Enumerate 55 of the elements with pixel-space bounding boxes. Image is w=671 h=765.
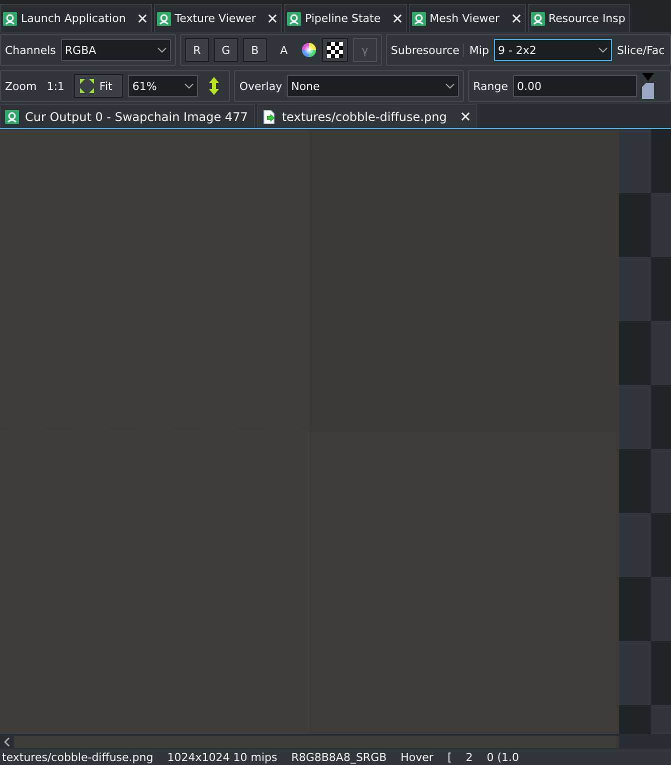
subresource-label: Subresource xyxy=(390,44,464,56)
checkerboard-toggle[interactable] xyxy=(322,38,348,62)
window-tab[interactable]: Texture Viewer xyxy=(154,4,282,32)
status-text: 1024x1024 10 mips xyxy=(167,750,278,764)
scroll-left-icon[interactable] xyxy=(4,736,10,746)
close-icon[interactable] xyxy=(138,14,147,23)
channels-label: Channels xyxy=(5,44,56,56)
app-icon xyxy=(530,12,544,26)
app-icon xyxy=(5,110,19,124)
range-label: Range xyxy=(473,80,508,92)
status-text: Hover xyxy=(400,750,434,764)
app-icon xyxy=(3,12,17,26)
slice-label: Slice/Fac xyxy=(616,44,665,56)
app-icon xyxy=(156,12,171,26)
vertical-arrow-icon[interactable] xyxy=(209,77,220,95)
chevron-down-icon[interactable] xyxy=(598,47,608,53)
scrollbar-thumb[interactable] xyxy=(14,736,619,748)
channel-toggle[interactable]: B xyxy=(242,38,267,62)
close-icon[interactable] xyxy=(512,14,520,23)
channel-toggle[interactable]: A xyxy=(272,38,296,62)
overlay-dropdown[interactable]: None xyxy=(287,75,460,97)
status-text: 0 (1.0 xyxy=(486,750,520,764)
zoom-1to1-button[interactable]: 1:1 xyxy=(42,74,70,98)
chevron-down-icon[interactable] xyxy=(445,83,456,89)
window-tab[interactable]: Launch Application xyxy=(0,4,152,32)
zoom-dropdown[interactable]: 61% xyxy=(128,75,198,97)
range-field[interactable]: 0.00 xyxy=(512,75,637,97)
mip-dropdown[interactable]: 9 - 2x2 xyxy=(494,39,612,61)
app-icon xyxy=(412,12,426,26)
status-text: textures/cobble-diffuse.png xyxy=(2,750,154,764)
status-text: 2 xyxy=(466,750,473,764)
fit-button[interactable]: Fit xyxy=(74,74,124,98)
channel-toggle[interactable]: G xyxy=(214,38,238,62)
close-icon[interactable] xyxy=(268,14,277,23)
document-tab[interactable]: textures/cobble-diffuse.png xyxy=(256,104,477,128)
channels-dropdown[interactable]: RGBA xyxy=(60,39,171,61)
status-text: [ xyxy=(447,750,452,764)
range-handle-icon[interactable] xyxy=(642,73,654,99)
mip-label: Mip xyxy=(469,44,489,56)
window-tab[interactable]: Mesh Viewer xyxy=(408,4,526,32)
status-text: R8G8B8A8_SRGB xyxy=(291,750,387,764)
window-tab[interactable]: Pipeline State xyxy=(284,4,407,32)
overlay-label: Overlay xyxy=(239,80,282,92)
channel-toggle[interactable]: R xyxy=(184,38,209,62)
chevron-down-icon[interactable] xyxy=(156,47,167,53)
chevron-down-icon[interactable] xyxy=(184,83,194,89)
close-icon[interactable] xyxy=(392,14,402,23)
close-icon[interactable] xyxy=(460,112,470,121)
file-import-icon xyxy=(262,110,276,124)
zoom-label: Zoom xyxy=(5,80,37,92)
fit-arrows-icon xyxy=(79,78,96,94)
color-wheel-icon[interactable] xyxy=(300,42,317,58)
app-icon xyxy=(286,12,301,26)
document-tab[interactable]: Cur Output 0 - Swapchain Image 477 xyxy=(0,104,255,128)
window-tab[interactable]: Resource Insp xyxy=(528,4,630,32)
